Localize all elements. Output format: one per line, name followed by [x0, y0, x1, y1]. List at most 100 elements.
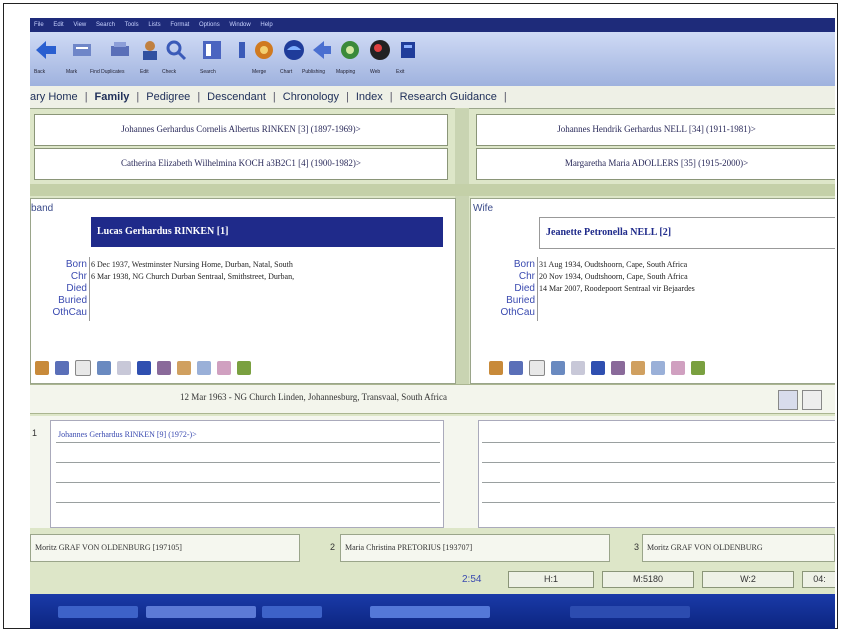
tab-separator: |: [503, 91, 507, 103]
wife-panel: Wife Jeanette Petronella NELL [2] Born C…: [470, 198, 835, 384]
mark-icon[interactable]: [70, 38, 94, 62]
back-arrow-icon[interactable]: [34, 38, 58, 62]
child-index: 1: [32, 428, 38, 438]
monitor-screen: File Edit View Search Tools Lists Format…: [30, 18, 835, 629]
child-entry[interactable]: Johannes Gerhardus RINKEN [9] (1972-)>: [58, 430, 197, 439]
husband-born-value[interactable]: 6 Dec 1937, Westminster Nursing Home, Du…: [91, 260, 447, 269]
taskbar-window-button[interactable]: [370, 606, 490, 618]
menu-help[interactable]: Help: [260, 22, 272, 28]
status-h: H:1: [508, 571, 594, 588]
toolbar: Back Mark Find Duplicates Edit Check Sea…: [30, 32, 835, 86]
event-label-othcau: OthCau: [52, 307, 87, 318]
spouse-text: Maria Christina PRETORIUS [193707]: [345, 543, 473, 552]
taskbar-app-icons[interactable]: [262, 606, 322, 618]
wife-born-value[interactable]: 31 Aug 1934, Oudtshoorn, Cape, South Afr…: [539, 260, 835, 269]
address-icon[interactable]: [177, 360, 191, 375]
spouse-box-3[interactable]: Moritz GRAF VON OLDENBURG: [642, 534, 835, 562]
spouse-box-1[interactable]: Moritz GRAF VON OLDENBURG [197105]: [30, 534, 300, 562]
edit-icon[interactable]: [117, 360, 131, 375]
toolbar-label: Mapping: [336, 69, 356, 75]
child-row-line: [482, 462, 835, 463]
menu-file[interactable]: File: [34, 22, 44, 28]
tab-index[interactable]: Index: [350, 91, 389, 103]
wife-died-value[interactable]: 14 Mar 2007, Roodepoort Sentraal vir Bej…: [539, 284, 835, 293]
menu-window[interactable]: Window: [229, 22, 250, 28]
event-label-died: Died: [66, 283, 87, 294]
link-icon[interactable]: [197, 360, 211, 375]
search-icon[interactable]: [164, 38, 188, 62]
child-row-line: [56, 442, 440, 443]
globe-icon[interactable]: [282, 38, 306, 62]
spouse-number: 3: [634, 542, 640, 552]
mapping-icon[interactable]: [338, 38, 362, 62]
husband-father-box[interactable]: Johannes Gerhardus Cornelis Albertus RIN…: [34, 114, 448, 146]
menu-lists[interactable]: Lists: [148, 22, 160, 28]
duplicates-icon[interactable]: [108, 38, 132, 62]
husband-mother-box[interactable]: Catherina Elizabeth Wilhelmina KOCH a3B2…: [34, 148, 448, 180]
book-icon[interactable]: [509, 360, 523, 375]
menu-edit[interactable]: Edit: [53, 22, 63, 28]
event-label-born: Born: [65, 259, 87, 270]
menu-view[interactable]: View: [73, 22, 86, 28]
address-icon[interactable]: [631, 360, 645, 375]
source-icon[interactable]: [591, 360, 605, 375]
note-icon[interactable]: [529, 359, 545, 376]
tab-family[interactable]: Family: [89, 91, 136, 103]
user-icon[interactable]: [237, 360, 251, 375]
publish-icon[interactable]: [310, 38, 334, 62]
menu-format[interactable]: Format: [170, 22, 189, 28]
note-icon[interactable]: [75, 359, 91, 376]
event-label-othcau: OthCau: [500, 307, 535, 318]
research-icon[interactable]: [157, 360, 171, 375]
event-label-born: Born: [513, 259, 535, 270]
status-m: M:5180: [602, 571, 694, 588]
person-icon[interactable]: [489, 360, 503, 375]
media-icon[interactable]: [551, 360, 565, 375]
edit-person-icon[interactable]: [138, 38, 162, 62]
wife-chr-value[interactable]: 20 Nov 1934, Oudtshoorn, Cape, South Afr…: [539, 272, 835, 281]
menu-options[interactable]: Options: [199, 22, 220, 28]
exit-icon[interactable]: [396, 38, 420, 62]
merge-icon[interactable]: [252, 38, 276, 62]
wife-mother-box[interactable]: Margaretha Maria ADOLLERS [35] (1915-200…: [476, 148, 835, 180]
person-icon[interactable]: [802, 390, 822, 410]
wife-name[interactable]: Jeanette Petronella NELL [2]: [539, 217, 835, 249]
book-icon[interactable]: [778, 390, 798, 410]
tab-separator: |: [84, 91, 88, 103]
system-tray[interactable]: [570, 606, 690, 618]
status-f: 04:: [802, 571, 835, 588]
link-icon[interactable]: [651, 360, 665, 375]
edit-icon[interactable]: [571, 360, 585, 375]
media-icon[interactable]: [97, 360, 111, 375]
taskbar-quicklaunch[interactable]: [58, 606, 138, 618]
web-icon[interactable]: [368, 38, 392, 62]
taskbar-app-icons[interactable]: [146, 606, 256, 618]
user-icon[interactable]: [691, 360, 705, 375]
menu-tools[interactable]: Tools: [125, 22, 139, 28]
book-icon[interactable]: [55, 360, 69, 375]
task-icon[interactable]: [217, 360, 231, 375]
person-icon[interactable]: [35, 360, 49, 375]
husband-name[interactable]: Lucas Gerhardus RINKEN [1]: [91, 217, 443, 247]
husband-chr-value[interactable]: 6 Mar 1938, NG Church Durban Sentraal, S…: [91, 272, 447, 281]
tab-pedigree[interactable]: Pedigree: [140, 91, 196, 103]
event-label-buried: Buried: [58, 295, 87, 306]
chart-icon[interactable]: [200, 38, 224, 62]
children-list-right: [478, 420, 835, 528]
toolbar-label: Find Duplicates: [90, 69, 125, 75]
child-row-line: [56, 482, 440, 483]
tab-descendant[interactable]: Descendant: [201, 91, 272, 103]
tab-chronology[interactable]: Chronology: [277, 91, 345, 103]
task-icon[interactable]: [671, 360, 685, 375]
tab-research-guidance[interactable]: Research Guidance: [394, 91, 503, 103]
spouse-box-2[interactable]: Maria Christina PRETORIUS [193707]: [340, 534, 610, 562]
toolbar-label: Publishing: [302, 69, 326, 75]
source-icon[interactable]: [137, 360, 151, 375]
info-icon[interactable]: [230, 38, 254, 62]
menu-search[interactable]: Search: [96, 22, 115, 28]
research-icon[interactable]: [611, 360, 625, 375]
wife-father-box[interactable]: Johannes Hendrik Gerhardus NELL [34] (19…: [476, 114, 835, 146]
tab-home[interactable]: ary Home: [30, 91, 84, 103]
marriage-bar[interactable]: 12 Mar 1963 - NG Church Linden, Johannes…: [30, 384, 835, 414]
spouse-text: Moritz GRAF VON OLDENBURG [197105]: [35, 543, 182, 552]
